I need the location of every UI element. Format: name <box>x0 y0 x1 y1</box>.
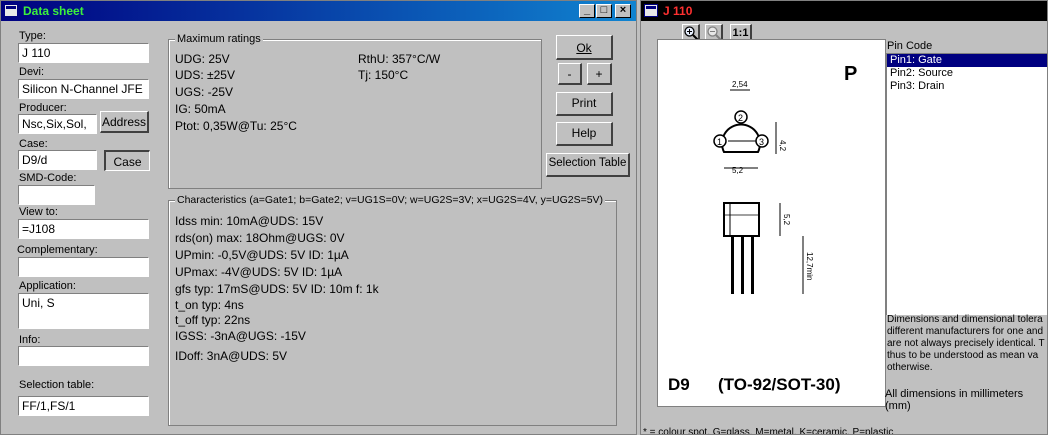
rating-value: Tj: 150°C <box>358 68 409 82</box>
type-label: Type: <box>19 30 46 42</box>
package-drawing: P 2,54 2 1 3 4,2 5,2 5,2 12,7min D9 (TO-… <box>657 39 886 407</box>
pin-number: 1 <box>717 137 722 147</box>
plus-button[interactable]: + <box>587 63 612 85</box>
case-label: Case: <box>19 138 48 150</box>
dim-label: 12,7min <box>805 252 814 280</box>
case-code-label: D9 <box>668 375 690 394</box>
footer-note: * = colour spot, G=glass, M=metal, K=cer… <box>643 427 894 435</box>
pin-item-source[interactable]: Pin2: Source <box>887 67 1047 80</box>
pin-item-drain[interactable]: Pin3: Drain <box>887 80 1047 93</box>
characteristic-value: Idss min: 10mA@UDS: 15V <box>175 214 324 228</box>
application-label: Application: <box>19 280 76 292</box>
window-title: Data sheet <box>23 4 84 18</box>
rating-value: UDG: 25V <box>175 52 230 66</box>
pin-item-gate[interactable]: Pin1: Gate <box>887 54 1047 67</box>
pin-code-label: Pin Code <box>887 40 933 52</box>
selection-table-field[interactable]: FF/1,FS/1 <box>18 396 149 416</box>
units-note: All dimensions in millimeters (mm) <box>885 388 1024 412</box>
window-icon <box>4 4 18 17</box>
selection-table-button[interactable]: Selection Table <box>546 153 630 177</box>
package-outline-svg: P 2,54 2 1 3 4,2 5,2 5,2 12,7min D9 (TO-… <box>668 63 857 394</box>
dim-label: 5,2 <box>782 214 791 226</box>
close-button[interactable]: × <box>615 4 631 18</box>
dim-label: 4,2 <box>778 140 787 152</box>
application-field[interactable]: Uni, S <box>18 293 149 329</box>
pinview-title: J 110 <box>663 4 693 18</box>
device-field[interactable]: Silicon N-Channel JFE <box>18 79 149 99</box>
minus-button[interactable]: - <box>558 63 582 85</box>
case-button[interactable]: Case <box>104 150 150 171</box>
minimize-button[interactable]: _ <box>579 4 595 18</box>
ok-button[interactable]: Ok <box>556 35 613 60</box>
datasheet-titlebar[interactable]: Data sheet _ □ × <box>1 1 636 21</box>
note-line: are not always precisely identical. T <box>887 338 1045 349</box>
characteristic-value: IDoff: 3nA@UDS: 5V <box>175 349 288 363</box>
characteristic-value: UPmax: -4V@UDS: 5V ID: 1µA <box>175 265 343 279</box>
pin-code-list[interactable]: Pin1: Gate Pin2: Source Pin3: Drain <box>886 53 1047 315</box>
complementary-field[interactable] <box>18 257 149 277</box>
characteristic-value: gfs typ: 17mS@UDS: 5V ID: 10m f: 1k <box>175 282 379 296</box>
device-label: Devi: <box>19 66 45 78</box>
view-to-label: View to: <box>19 206 58 218</box>
characteristic-value: rds(on) max: 18Ohm@UGS: 0V <box>175 231 345 245</box>
help-button[interactable]: Help <box>556 122 613 146</box>
note-line: Dimensions and dimensional tolera <box>887 314 1043 325</box>
selection-table-label: Selection table: <box>19 379 95 391</box>
note-line: otherwise. <box>887 362 933 373</box>
producer-label: Producer: <box>19 102 67 114</box>
rating-value: RthU: 357°C/W <box>358 52 441 66</box>
smd-code-label: SMD-Code: <box>19 172 77 184</box>
producer-field[interactable]: Nsc,Six,Sol, <box>18 114 97 134</box>
drawing-letter: P <box>844 63 857 85</box>
pin-number: 2 <box>738 113 743 123</box>
characteristic-value: t_off typ: 22ns <box>175 313 251 327</box>
pinview-window: J 110 1:1 P 2,54 2 1 3 4,2 5,2 5,2 12,7m… <box>640 0 1048 435</box>
dim-label: 2,54 <box>732 80 748 89</box>
note-line: different manufacturers for one and <box>887 326 1044 337</box>
characteristics-group: Characteristics (a=Gate1; b=Gate2; v=UG1… <box>168 194 617 426</box>
info-field[interactable] <box>18 346 149 366</box>
view-to-field[interactable]: =J108 <box>18 219 149 239</box>
info-label: Info: <box>19 334 41 346</box>
rating-value: UDS: ±25V <box>175 68 235 82</box>
complementary-label: Complementary: <box>17 244 98 256</box>
type-field[interactable]: J 110 <box>18 43 149 63</box>
rating-value: Ptot: 0,35W@Tu: 25°C <box>175 119 297 133</box>
case-field[interactable]: D9/d <box>18 150 97 170</box>
rating-value: UGS: -25V <box>175 85 234 99</box>
pin-number: 3 <box>759 137 764 147</box>
rating-value: IG: 50mA <box>175 102 226 116</box>
max-ratings-group: Maximum ratings UDG: 25V UDS: ±25V UGS: … <box>168 33 542 189</box>
window-icon <box>644 4 658 17</box>
ok-button-label: Ok <box>576 41 592 55</box>
max-ratings-title: Maximum ratings <box>175 33 263 45</box>
print-button[interactable]: Print <box>556 92 613 116</box>
smd-code-field[interactable] <box>18 185 95 205</box>
note-line: thus to be understood as mean va <box>887 350 1039 361</box>
characteristic-value: UPmin: -0,5V@UDS: 5V ID: 1µA <box>175 248 349 262</box>
maximize-button[interactable]: □ <box>596 4 612 18</box>
dim-label: 5,2 <box>732 166 744 175</box>
characteristics-title: Characteristics (a=Gate1; b=Gate2; v=UG1… <box>175 194 606 206</box>
characteristic-value: IGSS: -3nA@UGS: -15V <box>175 329 306 343</box>
datasheet-window: Data sheet _ □ × Type: J 110 Devi: Silic… <box>0 0 637 435</box>
dimensions-note: Dimensions and dimensional tolera differ… <box>887 314 1047 374</box>
characteristic-value: t_on typ: 4ns <box>175 298 244 312</box>
package-label: (TO-92/SOT-30) <box>718 375 841 394</box>
address-button[interactable]: Address <box>100 111 149 133</box>
pinview-titlebar[interactable]: J 110 <box>641 1 1047 21</box>
